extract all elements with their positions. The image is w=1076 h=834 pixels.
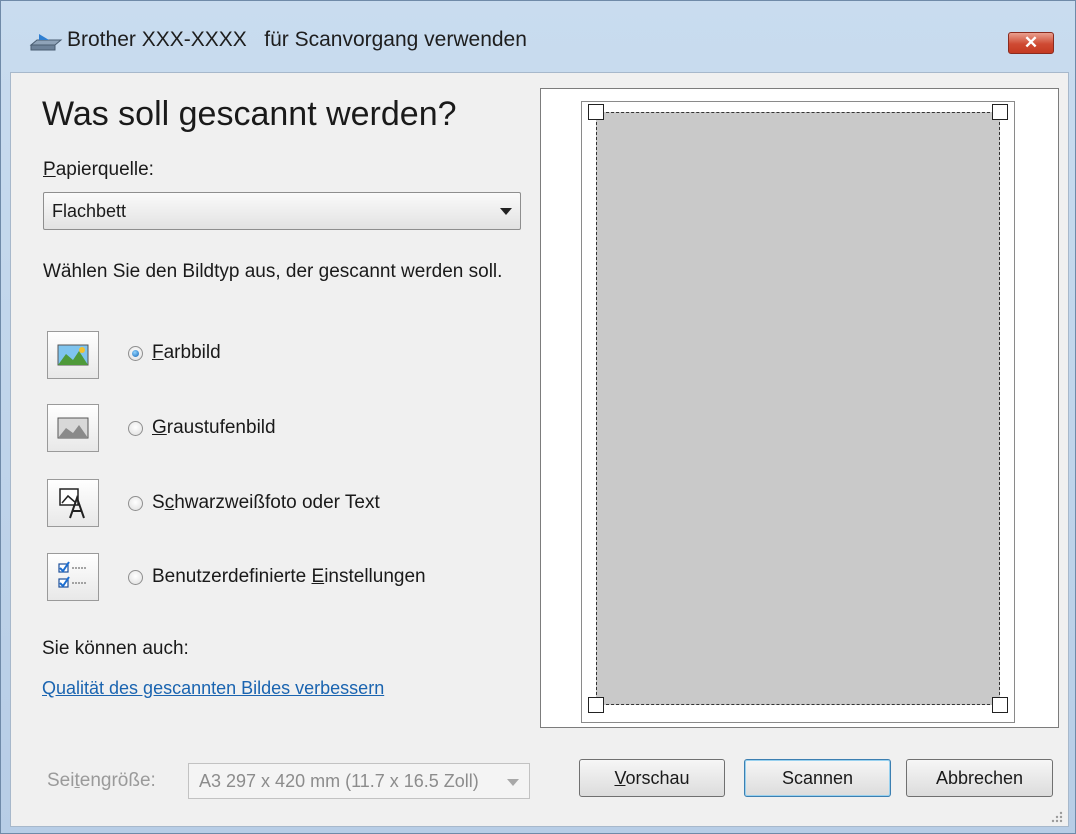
custom-settings-button[interactable] [47,553,99,601]
dialog-body: Was soll gescannt werden? Papierquelle: … [10,72,1069,827]
chevron-down-icon [507,779,519,786]
image-type-prompt: Wählen Sie den Bildtyp aus, der gescannt… [43,261,503,282]
color-photo-button[interactable] [47,331,99,379]
color-photo-radio[interactable] [128,346,143,361]
scanner-icon [29,34,63,51]
resize-grip-icon[interactable] [1051,811,1063,823]
bw-text-radio[interactable] [128,496,143,511]
paper-source-label: Papierquelle: [43,159,154,180]
bw-text-label[interactable]: Schwarzweißfoto oder Text [152,492,380,514]
scan-area-selection[interactable] [596,112,1000,705]
resize-handle-bottom-right[interactable] [992,697,1008,713]
bw-text-icon [59,488,85,519]
page-size-value: A3 297 x 420 mm (11.7 x 16.5 Zoll) [199,771,479,791]
page-title: Was soll gescannt werden? [42,95,457,133]
improve-quality-link[interactable]: Qualität des gescannten Bildes verbesser… [42,678,384,699]
paper-source-value: Flachbett [52,201,127,221]
bw-text-button[interactable] [47,479,99,527]
close-icon: ✕ [1023,33,1039,52]
color-photo-label[interactable]: Farbbild [152,342,221,364]
custom-settings-label[interactable]: Benutzerdefinierte Einstellungen [152,566,426,588]
grayscale-photo-icon [57,417,89,439]
paper-source-dropdown[interactable]: Flachbett [43,192,521,230]
title-bar[interactable]: Brother XXX-XXXX für Scanvorgang verwend… [1,1,1075,81]
preview-button[interactable]: Vorschau [579,759,725,797]
page-size-label: Seitengröße: [47,770,156,791]
scan-button[interactable]: Scannen [744,759,891,797]
page-size-dropdown[interactable]: A3 297 x 420 mm (11.7 x 16.5 Zoll) [188,763,530,799]
scan-dialog-window: Brother XXX-XXXX für Scanvorgang verwend… [0,0,1076,834]
resize-handle-top-right[interactable] [992,104,1008,120]
grayscale-photo-button[interactable] [47,404,99,452]
custom-settings-icon [58,561,86,588]
cancel-button[interactable]: Abbrechen [906,759,1053,797]
close-button[interactable]: ✕ [1008,32,1054,54]
scan-preview-pane [540,88,1059,728]
color-photo-icon [57,344,89,366]
custom-settings-radio[interactable] [128,570,143,585]
resize-handle-top-left[interactable] [588,104,604,120]
window-title: Brother XXX-XXXX für Scanvorgang verwend… [67,28,527,51]
resize-handle-bottom-left[interactable] [588,697,604,713]
grayscale-photo-radio[interactable] [128,421,143,436]
chevron-down-icon [500,208,512,215]
grayscale-photo-label[interactable]: Graustufenbild [152,417,276,439]
also-label: Sie können auch: [42,638,189,659]
